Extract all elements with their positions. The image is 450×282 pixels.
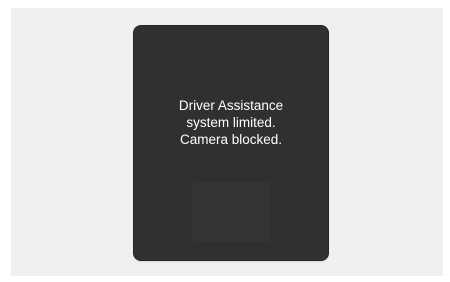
warning-message: Driver Assistance system limited. Camera… [134,97,328,148]
panel-shading [192,182,270,242]
driver-assistance-warning-panel: Driver Assistance system limited. Camera… [134,26,328,260]
warning-message-line-2: system limited. [186,115,276,130]
warning-message-line-1: Driver Assistance [178,98,284,113]
warning-message-line-3: Camera blocked. [179,132,283,147]
